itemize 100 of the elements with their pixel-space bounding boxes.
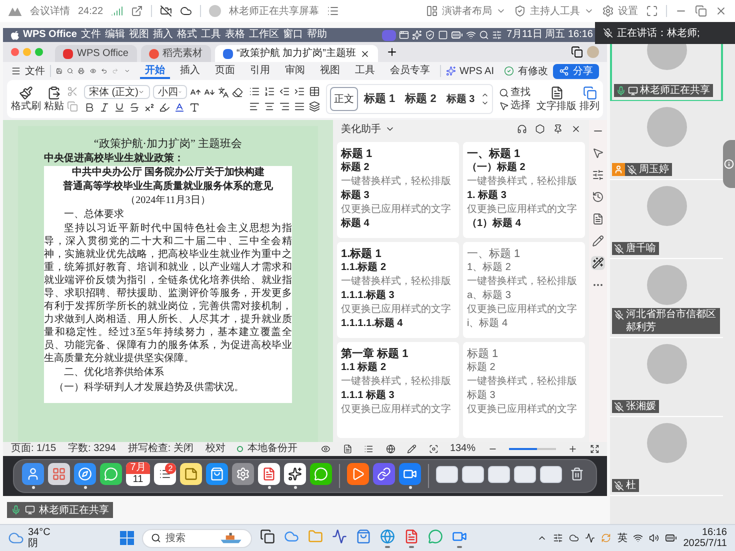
pen-icon[interactable] [591,234,605,248]
input-method-indicator[interactable]: 英 [617,530,628,546]
strikethrough-icon[interactable] [129,102,140,113]
new-tab-icon[interactable] [386,46,398,58]
participant-tile[interactable]: 唐千喻 [610,180,723,259]
cloud-weather-icon[interactable] [8,530,24,546]
ribbon-tab[interactable]: 插入 [174,63,205,79]
temperature[interactable]: 34°C [28,527,50,538]
document-tab[interactable]: “政策护航 加力扩岗”主题班 [214,45,378,62]
save-icon[interactable] [56,66,62,76]
menu-item[interactable]: 工具 [200,30,221,40]
external-link-icon[interactable] [131,5,144,17]
layout-button[interactable]: 演讲者布局 [426,4,506,18]
participant-tile[interactable]: 杜 [610,417,723,496]
undo-icon[interactable] [100,66,108,76]
arrange-button[interactable]: 排列 [580,86,600,112]
ribbon-tab[interactable]: 视图 [314,63,345,79]
search-icon[interactable] [479,30,490,40]
outline-icon[interactable] [364,444,374,454]
page-view-icon[interactable] [342,444,352,454]
superscript-icon[interactable] [144,102,155,113]
participant-tile[interactable]: 河北省邢台市信都区郝利芳 [610,259,723,338]
pointer-icon[interactable] [591,146,605,160]
window-thumbnail[interactable] [488,466,510,482]
style-option[interactable]: 标题 1 [360,87,400,111]
style-option[interactable]: 标题 3 [442,87,479,111]
wps-app-icon[interactable] [404,528,420,544]
grow-font-icon[interactable] [190,86,201,98]
web-view-icon[interactable] [386,444,396,454]
menu-item[interactable]: 插入 [152,30,173,40]
wifi-icon[interactable] [466,30,476,40]
menu-item[interactable]: 文件 [80,30,101,40]
compass-app-icon[interactable] [74,463,96,485]
shrink-font-icon[interactable] [204,86,215,98]
link-app-icon[interactable] [373,463,395,485]
meeting-details-link[interactable]: 会议详情 [30,4,70,18]
messages-app-icon[interactable] [100,463,122,485]
settings-app-icon[interactable] [232,463,254,485]
document-tab[interactable]: 稻壳素材 [140,45,210,62]
menu-item[interactable]: 编辑 [104,30,125,40]
search-bar[interactable]: 搜索 [142,528,252,548]
control-center-icon[interactable] [492,30,502,40]
underline-icon[interactable] [114,102,125,113]
browser-icon[interactable] [380,528,396,544]
fullscreen-icon[interactable] [590,444,599,454]
magic-wand-icon[interactable] [591,256,605,270]
ribbon-tab[interactable]: 引用 [244,63,275,79]
video-off-icon[interactable] [160,5,172,17]
window-thumbnail[interactable] [540,466,562,482]
participant-tile[interactable]: 张湘媛 [610,338,723,417]
battery-icon[interactable] [665,532,678,544]
eraser-icon[interactable] [232,86,243,98]
window-thumbnail[interactable] [436,466,458,482]
font-name-select[interactable]: 宋体 (正文) [84,85,150,99]
menu-item[interactable]: 视图 [128,30,149,40]
host-tools-button[interactable]: 主持人工具 [514,4,594,18]
document-icon[interactable] [591,212,605,226]
apple-logo-icon[interactable] [11,30,19,40]
menu-item[interactable]: 工作区 [248,30,279,40]
cloud-icon[interactable] [180,5,192,17]
menu-item[interactable]: 格式 [176,30,197,40]
meeting-app-icon[interactable] [399,463,421,485]
history-icon[interactable] [591,190,605,204]
search-input[interactable]: 搜索 [165,530,216,546]
weather-condition[interactable]: 阴 [28,538,50,549]
character-shading-icon[interactable] [189,102,200,113]
sparkle-icon[interactable] [412,30,422,40]
ribbon-tab[interactable]: 工具 [350,63,380,79]
phonetic-guide-icon[interactable] [218,86,229,98]
bold-icon[interactable] [84,102,95,113]
style-option[interactable]: 正文 [330,87,358,111]
preview-icon[interactable] [90,66,96,76]
sliders-icon[interactable] [553,533,564,543]
align-center-icon[interactable] [264,101,275,112]
ribbon-tab[interactable]: 审阅 [280,63,310,79]
clock-time[interactable]: 16:16 [702,527,727,538]
restore-icon[interactable] [695,5,707,17]
window-thumbnail[interactable] [462,466,484,482]
proofread-button[interactable]: 校对 [205,444,226,454]
layers-icon[interactable] [309,101,320,112]
highlighter-icon[interactable] [159,102,170,113]
video-app-icon[interactable] [347,463,369,485]
italic-icon[interactable] [99,102,110,113]
align-left-icon[interactable] [249,101,260,112]
style-preview-card[interactable]: 一、标题 1 （一）标题 2 一键替换样式，轻松排版 1. 标题 3 仅更换已应用样式的文字 （1）标题 4 [463,142,585,238]
panel-title-dropdown[interactable]: 美化助手 [341,122,395,136]
menu-item[interactable]: 表格 [224,30,245,40]
font-size-select[interactable]: 小四 [153,85,187,99]
start-icon[interactable] [120,531,134,545]
align-right-icon[interactable] [279,101,290,112]
chart-app-icon[interactable] [332,528,348,544]
search-icon[interactable] [66,66,74,76]
eye-icon[interactable] [321,444,331,454]
style-preview-card[interactable]: 一、标题 1 1、标题 2 一键替换样式，轻松排版 a、标题 3 仅更换已应用样式的文字 i、标题 4 [463,242,585,338]
chat-app-icon[interactable] [310,463,332,485]
style-preview-card[interactable]: 第一章 标题 1 1.1 标题 2 一键替换样式，轻松排版 1.1.1 标题 3 仅更换已应用样式的文字 [337,342,459,438]
zoom-in-icon[interactable] [568,444,578,454]
format-painter-button[interactable]: 格式刷 [11,86,41,112]
chevron-down-icon[interactable] [480,99,489,107]
hexagon-icon[interactable] [535,124,545,134]
